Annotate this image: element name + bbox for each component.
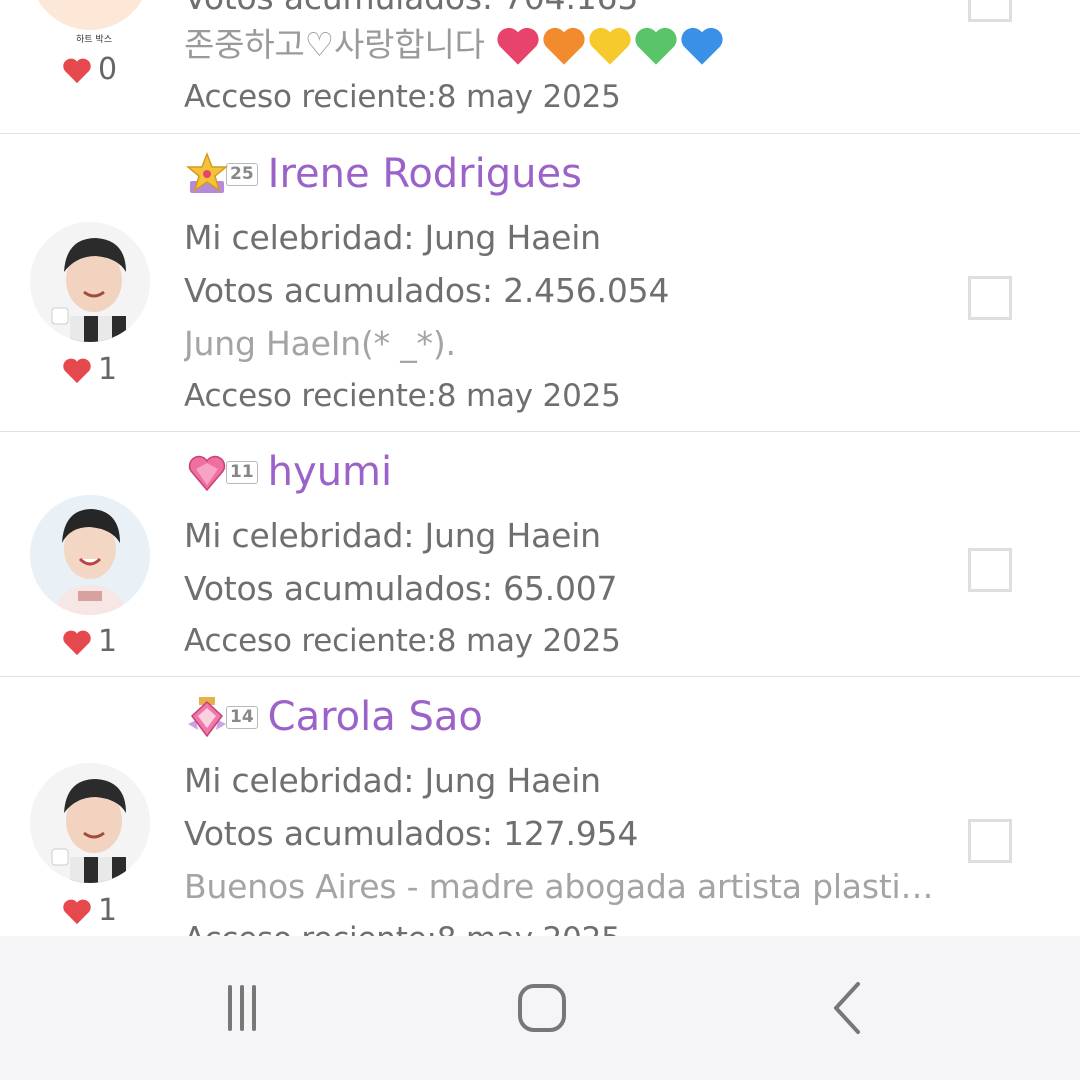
back-button[interactable] xyxy=(816,976,880,1040)
orange-heart-icon xyxy=(543,27,585,65)
like-count-value: 0 xyxy=(98,52,118,87)
level-badge: 11 xyxy=(226,460,258,484)
fan-list[interactable]: 하트 박스 0 Votos acumulados: 704.165 존중하고♡사… xyxy=(0,0,1080,936)
heart-icon xyxy=(63,358,91,383)
recent-apps-button[interactable] xyxy=(210,976,274,1040)
back-icon xyxy=(834,982,860,1034)
diamond-medal-badge-icon xyxy=(188,697,226,738)
last-access: Acceso reciente:8 may 2025 xyxy=(184,623,621,659)
heart-icon xyxy=(63,58,91,83)
recent-apps-icon xyxy=(228,985,256,1031)
user-header: 25 Irene Rodrigues xyxy=(184,146,582,202)
select-checkbox[interactable] xyxy=(968,819,1012,863)
celebrity-text: Mi celebridad: Jung Haein xyxy=(184,516,601,555)
select-checkbox[interactable] xyxy=(968,276,1012,320)
user-header: 14 Carola Sao xyxy=(184,689,483,745)
like-count[interactable]: 1 xyxy=(62,624,117,659)
heart-icon xyxy=(63,630,91,655)
votes-text: Votos acumulados: 704.165 xyxy=(184,0,638,18)
list-item[interactable]: 14 Carola Sao 1 Mi celebridad: Jung Haei… xyxy=(0,677,1080,936)
status-message: Buenos Aires - madre abogada artista pla… xyxy=(184,867,934,906)
like-count[interactable]: 0 xyxy=(62,52,117,87)
votes-text: Votos acumulados: 127.954 xyxy=(184,814,639,853)
avatar[interactable] xyxy=(30,495,150,615)
last-access: Acceso reciente:8 may 2025 xyxy=(184,919,621,936)
star-badge-icon xyxy=(185,151,229,193)
avatar[interactable] xyxy=(30,222,150,342)
votes-text: Votos acumulados: 2.456.054 xyxy=(184,271,670,310)
home-icon xyxy=(518,984,566,1032)
votes-text: Votos acumulados: 65.007 xyxy=(184,569,618,608)
system-navigation-bar xyxy=(0,936,1080,1080)
like-count[interactable]: 1 xyxy=(62,893,117,928)
list-item[interactable]: 25 Irene Rodrigues 1 Mi celebridad: Jung… xyxy=(0,134,1080,432)
blue-heart-icon xyxy=(681,27,723,65)
status-message: Jung HaeIn(* _*). xyxy=(184,324,456,363)
user-name[interactable]: hyumi xyxy=(268,449,392,495)
level-badge: 14 xyxy=(226,705,258,729)
celebrity-text: Mi celebridad: Jung Haein xyxy=(184,218,601,257)
red-heart-icon xyxy=(497,27,539,65)
list-item[interactable]: 11 hyumi 1 Mi celebridad: Jung Haein Vot… xyxy=(0,432,1080,677)
heart-gem-badge-icon xyxy=(188,455,226,492)
status-message: 존중하고♡사랑합니다 xyxy=(184,24,725,66)
select-checkbox[interactable] xyxy=(968,548,1012,592)
heart-icon xyxy=(63,899,91,924)
list-item[interactable]: 하트 박스 0 Votos acumulados: 704.165 존중하고♡사… xyxy=(0,0,1080,134)
select-checkbox[interactable] xyxy=(968,0,1012,22)
user-name[interactable]: Irene Rodrigues xyxy=(268,151,582,197)
last-access: Acceso reciente:8 may 2025 xyxy=(184,378,621,414)
like-count-value: 1 xyxy=(98,624,118,659)
avatar-caption: 하트 박스 xyxy=(76,35,112,45)
like-count-value: 1 xyxy=(98,893,118,928)
last-access: Acceso reciente:8 may 2025 xyxy=(184,79,621,115)
like-count[interactable]: 1 xyxy=(62,352,117,387)
user-header: 11 hyumi xyxy=(184,444,392,500)
user-name[interactable]: Carola Sao xyxy=(268,694,483,740)
home-button[interactable] xyxy=(510,976,574,1040)
green-heart-icon xyxy=(635,27,677,65)
level-badge: 25 xyxy=(226,162,258,186)
like-count-value: 1 xyxy=(98,352,118,387)
avatar[interactable] xyxy=(30,763,150,883)
celebrity-text: Mi celebridad: Jung Haein xyxy=(184,761,601,800)
yellow-heart-icon xyxy=(589,27,631,65)
avatar[interactable] xyxy=(30,0,150,30)
